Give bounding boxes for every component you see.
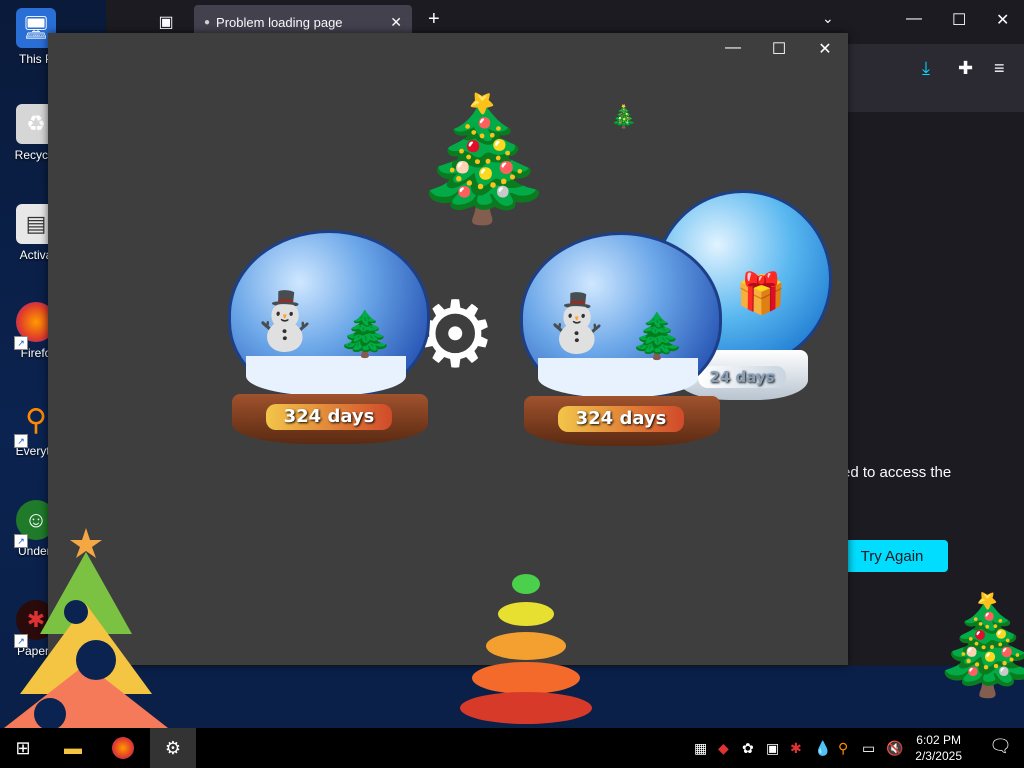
windows-logo-icon: ⊞ xyxy=(15,737,31,758)
tab-list-icon[interactable]: ▣ xyxy=(156,12,176,32)
gift-icon: 🎁 xyxy=(736,272,786,316)
clock-time: 6:02 PM xyxy=(916,733,961,747)
firefox-icon xyxy=(112,737,134,759)
minimize-icon[interactable]: — xyxy=(906,10,922,28)
christmas-tree-icon: 🎄 xyxy=(928,592,1024,699)
snowman-icon: ⛄ xyxy=(542,291,612,354)
download-icon[interactable]: ⤓ xyxy=(922,58,930,79)
close-icon[interactable]: ✕ xyxy=(996,10,1009,30)
tray-app-icon[interactable]: ▦ xyxy=(694,740,707,757)
tab-title: Problem loading page xyxy=(216,14,343,30)
tray-app-icon[interactable]: ✿ xyxy=(742,740,754,757)
maximize-icon[interactable]: ☐ xyxy=(952,10,966,30)
spiral-tree-decoration xyxy=(440,548,620,728)
new-tab-icon[interactable]: + xyxy=(428,8,440,31)
tray-app-icon[interactable]: 💧 xyxy=(814,740,831,757)
gear-icon: ⚙ xyxy=(164,737,182,758)
error-message: ed to access the xyxy=(842,464,952,481)
extensions-icon[interactable]: ✚ xyxy=(958,58,973,79)
notification-icon[interactable]: 🗨 xyxy=(989,736,1012,757)
christmas-tree-icon: 🎄 xyxy=(408,92,558,226)
folder-icon: ▬ xyxy=(64,737,82,758)
tray-app-icon[interactable]: ✱ xyxy=(790,740,802,757)
triangle-tree-decoration xyxy=(0,524,180,730)
network-icon[interactable]: ▭ xyxy=(862,740,875,757)
maximize-icon[interactable]: ☐ xyxy=(764,39,794,59)
tab-status-icon: ● xyxy=(204,16,211,28)
globe-counter-label: 324 days xyxy=(558,406,684,432)
shortcut-arrow-icon: ↗ xyxy=(14,336,28,350)
close-icon[interactable]: ✕ xyxy=(810,39,840,59)
minimize-icon[interactable]: — xyxy=(718,39,748,57)
pine-tree-icon: 🌲 xyxy=(338,310,393,359)
globe-counter-label: 324 days xyxy=(266,404,392,430)
shortcut-arrow-icon: ↗ xyxy=(14,434,28,448)
menu-icon[interactable]: ≡ xyxy=(994,58,1005,79)
taskbar: ⊞ ▬ ⚙ ▦ ◆ ✿ ▣ ✱ 💧 ⚲ ▭ 🔇 6:02 PM 2/3/2025… xyxy=(0,728,1024,768)
start-button[interactable]: ⊞ xyxy=(0,728,46,768)
tray-app-icon[interactable]: ◆ xyxy=(718,740,729,757)
taskbar-file-explorer[interactable]: ▬ xyxy=(50,728,96,768)
snowman-icon: ⛄ xyxy=(250,289,320,352)
taskbar-settings[interactable]: ⚙ xyxy=(150,728,196,768)
system-clock[interactable]: 6:02 PM 2/3/2025 xyxy=(915,732,962,764)
snow-globe: ⛄ 🌲 324 days xyxy=(226,228,432,450)
search-tool-icon[interactable]: ⚲ xyxy=(838,740,848,757)
volume-muted-icon[interactable]: 🔇 xyxy=(886,740,903,757)
pine-tree-icon: 🌲 xyxy=(630,312,685,361)
close-tab-icon[interactable]: ✕ xyxy=(390,14,402,31)
clock-date: 2/3/2025 xyxy=(915,749,962,763)
taskbar-firefox[interactable] xyxy=(100,728,146,768)
snow-globe: ⛄ 🌲 324 days xyxy=(518,230,724,452)
tray-app-icon[interactable]: ▣ xyxy=(766,740,779,757)
chevron-down-icon[interactable]: ⌄ xyxy=(822,10,834,27)
cursor-tree-icon: 🎄 xyxy=(610,104,638,129)
